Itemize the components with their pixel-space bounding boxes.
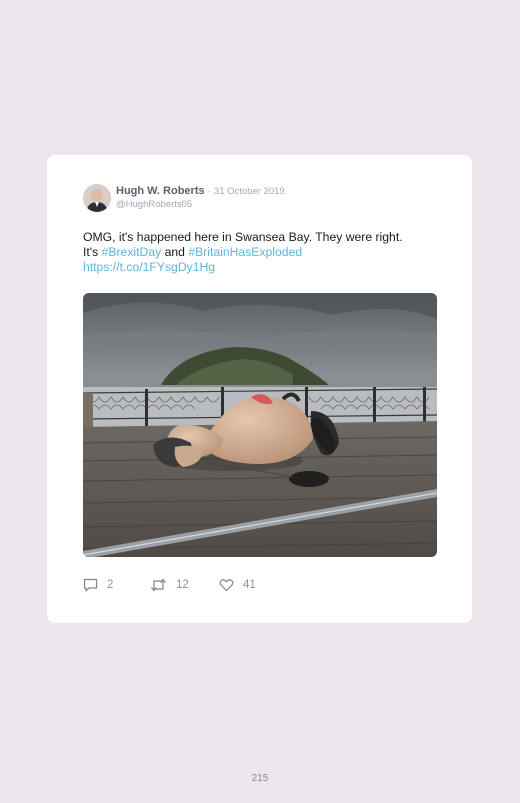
retweet-count: 12 <box>176 579 189 591</box>
hashtag-britainhasexploded[interactable]: #BritainHasExploded <box>188 245 302 259</box>
avatar[interactable] <box>83 184 111 212</box>
like-action[interactable]: 41 <box>219 578 256 592</box>
author-name[interactable]: Hugh W. Roberts <box>116 185 205 197</box>
tweet-text-line-2: It's #BrexitDay and #BritainHasExploded <box>83 245 443 260</box>
tweet-text-conjunction: and <box>161 245 189 259</box>
page-number: 215 <box>251 773 269 784</box>
tweet-card: Hugh W. Roberts · 31 October 2019 @HughR… <box>47 155 472 623</box>
author-separator: · <box>207 186 211 197</box>
tweet-text-prefix: It's <box>83 245 102 259</box>
heart-icon <box>219 579 234 592</box>
author-line: Hugh W. Roberts · 31 October 2019 <box>116 184 285 199</box>
tweet-date[interactable]: 31 October 2019 <box>214 186 285 197</box>
tweet-text: OMG, it's happened here in Swansea Bay. … <box>83 230 443 275</box>
like-count: 41 <box>243 579 256 591</box>
reply-icon <box>83 578 98 592</box>
reply-count: 2 <box>107 579 114 591</box>
tweet-photo[interactable] <box>83 293 437 557</box>
retweet-icon <box>151 578 166 592</box>
author-handle[interactable]: @HughRoberts05 <box>116 198 192 211</box>
retweet-action[interactable]: 12 <box>150 578 189 592</box>
tweet-text-line-1: OMG, it's happened here in Swansea Bay. … <box>83 230 403 244</box>
tweet-link[interactable]: https://t.co/1FYsgDy1Hg <box>83 260 443 275</box>
reply-action[interactable]: 2 <box>83 578 113 592</box>
hashtag-brexitday[interactable]: #BrexitDay <box>102 245 162 259</box>
